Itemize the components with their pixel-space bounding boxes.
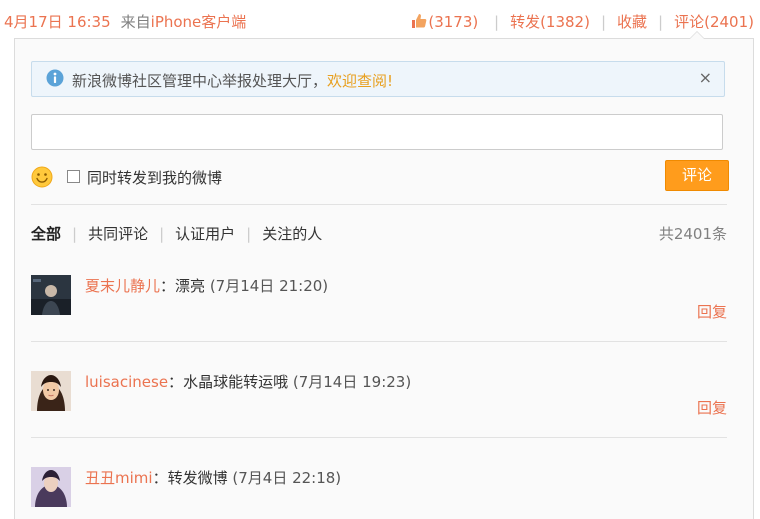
- notice-text: 新浪微博社区管理中心举报处理大厅，欢迎查阅!: [72, 70, 393, 91]
- comment-body: 水晶球能转运哦: [183, 373, 289, 391]
- repost-checkbox-label[interactable]: 同时转发到我的微博: [87, 167, 222, 188]
- repost-button[interactable]: 转发(1382): [510, 13, 590, 31]
- post-time-link[interactable]: 4月17日 16:35: [4, 13, 111, 31]
- notice-banner: 新浪微博社区管理中心举报处理大厅，欢迎查阅! ×: [31, 61, 725, 97]
- divider: [31, 341, 727, 342]
- comment-item: 夏末儿静儿：漂亮 (7月14日 21:20) 回复: [31, 275, 727, 345]
- post-actions: (3173) | 转发(1382) | 收藏 | 评论(2401): [411, 11, 754, 32]
- tab-all[interactable]: 全部: [31, 225, 61, 243]
- post-source-label: 来自: [120, 13, 151, 31]
- comment-filter-tabs: 全部 | 共同评论 | 认证用户 | 关注的人: [31, 223, 322, 244]
- post-meta-bar: 4月17日 16:35 来自iPhone客户端 (3173) | 转发(1382) |…: [0, 0, 760, 42]
- comment-button[interactable]: 评论(2401): [674, 13, 754, 31]
- tab-verified-users[interactable]: 认证用户: [175, 225, 235, 243]
- comment-date: (7月14日 21:20): [209, 277, 329, 295]
- submit-comment-button[interactable]: 评论: [665, 160, 729, 191]
- post-meta-left: 4月17日 16:35 来自iPhone客户端: [4, 11, 246, 32]
- comment-date: (7月14日 19:23): [292, 373, 412, 391]
- avatar[interactable]: [31, 467, 71, 507]
- notice-message: 新浪微博社区管理中心举报处理大厅，: [72, 72, 328, 90]
- close-icon[interactable]: ×: [699, 68, 712, 87]
- tab-separator: |: [246, 225, 252, 243]
- favorite-button[interactable]: 收藏: [617, 13, 647, 31]
- notice-link[interactable]: 欢迎查阅!: [327, 72, 393, 90]
- action-separator: |: [600, 13, 607, 31]
- reply-button[interactable]: 回复: [697, 301, 727, 322]
- smiley-icon[interactable]: [31, 166, 53, 188]
- action-separator: |: [658, 13, 664, 31]
- tab-separator: |: [159, 225, 165, 243]
- comment-username[interactable]: 夏末儿静儿: [85, 277, 160, 295]
- comment-body: 转发微博: [167, 469, 228, 487]
- tab-mutual-comments[interactable]: 共同评论: [88, 225, 148, 243]
- action-separator: |: [494, 13, 500, 31]
- comment-username[interactable]: 丑丑mimi: [85, 469, 153, 487]
- tab-following[interactable]: 关注的人: [262, 225, 322, 243]
- comment-item: 丑丑mimi：转发微博 (7月4日 22:18): [31, 467, 727, 507]
- comment-content: 夏末儿静儿：漂亮 (7月14日 21:20): [85, 275, 328, 296]
- comment-body: 漂亮: [175, 277, 206, 295]
- comment-separator: ：: [160, 277, 176, 295]
- divider: [31, 437, 727, 438]
- thumbs-up-icon: [412, 14, 427, 28]
- comment-separator: ：: [168, 373, 184, 391]
- comment-date: (7月4日 22:18): [232, 469, 342, 487]
- like-button[interactable]: (3173): [411, 13, 483, 31]
- info-icon: [46, 69, 64, 87]
- comment-content: luisacinese：水晶球能转运哦 (7月14日 19:23): [85, 371, 411, 392]
- comment-separator: ：: [152, 469, 168, 487]
- comment-username[interactable]: luisacinese: [85, 373, 168, 391]
- avatar[interactable]: [31, 275, 71, 315]
- like-count: (3173): [428, 13, 479, 31]
- comment-panel: 新浪微博社区管理中心举报处理大厅，欢迎查阅! × 同时转发到我的微博 评论 全部…: [14, 31, 754, 519]
- repost-checkbox[interactable]: [67, 170, 80, 183]
- comment-item: luisacinese：水晶球能转运哦 (7月14日 19:23) 回复: [31, 371, 727, 441]
- comment-total-count: 共2401条: [658, 225, 727, 243]
- comment-input[interactable]: [31, 114, 723, 150]
- tab-separator: |: [72, 225, 78, 243]
- post-client-link[interactable]: iPhone客户端: [151, 13, 247, 31]
- divider: [31, 204, 727, 205]
- comment-content: 丑丑mimi：转发微博 (7月4日 22:18): [85, 467, 341, 488]
- avatar[interactable]: [31, 371, 71, 411]
- panel-pointer-inner: [690, 32, 704, 39]
- reply-button[interactable]: 回复: [697, 397, 727, 418]
